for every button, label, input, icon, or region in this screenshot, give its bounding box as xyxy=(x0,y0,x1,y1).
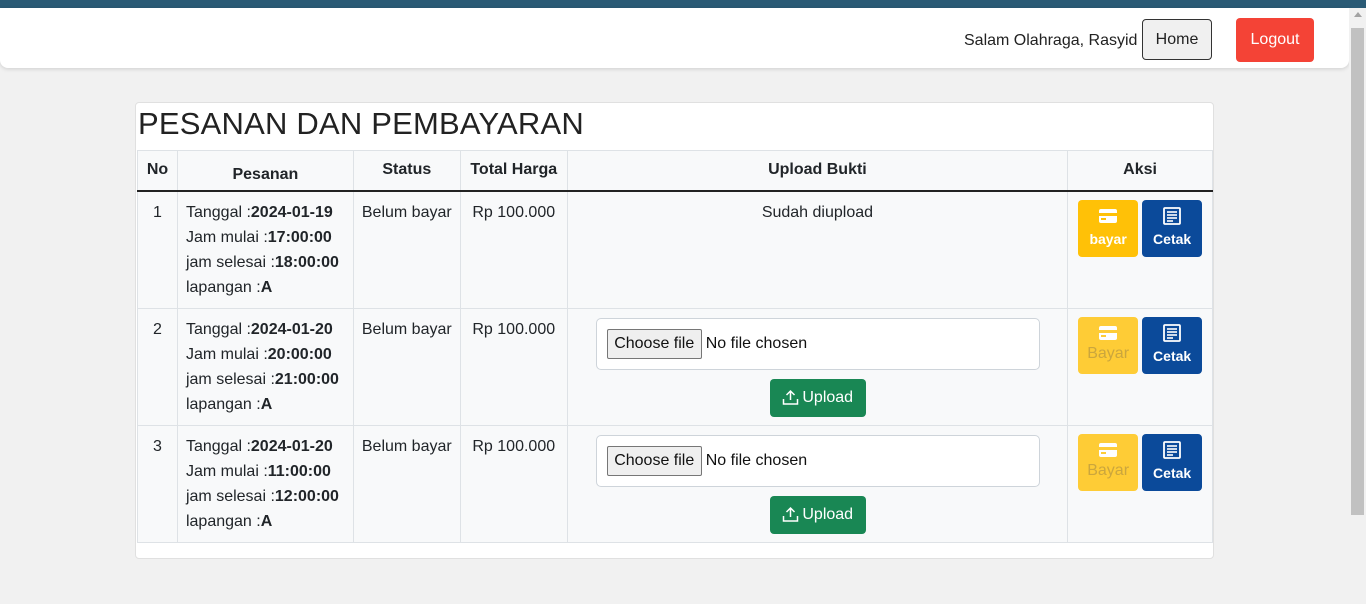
upload-cell: Sudah diupload xyxy=(566,190,1069,309)
tanggal-label: Tanggal : xyxy=(185,320,251,338)
lapangan-value: A xyxy=(260,395,273,413)
header-upload-bukti: Upload Bukti xyxy=(566,150,1069,191)
credit-card-icon xyxy=(1099,325,1118,340)
receipt-icon xyxy=(1163,323,1182,342)
header-pesanan: Pesanan xyxy=(176,150,354,191)
bayar-label: bayar xyxy=(1089,230,1127,247)
user-greeting: Salam Olahraga, Rasyid xyxy=(964,32,1138,49)
scroll-up-arrow-icon[interactable] xyxy=(1354,12,1362,17)
order-details: Tanggal :2024-01-19 Jam mulai :17:00:00 … xyxy=(176,190,354,309)
jam-mulai-value: 17:00:00 xyxy=(267,228,332,246)
order-total: Rp 100.000 xyxy=(459,307,568,426)
upload-label: Upload xyxy=(802,388,854,406)
order-status: Belum bayar xyxy=(352,190,461,309)
orders-card: PESANAN DAN PEMBAYARAN No Pesanan Status… xyxy=(135,102,1214,559)
table-row: 2 Tanggal :2024-01-20 Jam mulai :20:00:0… xyxy=(137,307,1213,426)
lapangan-value: A xyxy=(260,512,273,530)
upload-button[interactable]: Upload xyxy=(769,495,866,534)
cetak-label: Cetak xyxy=(1153,464,1192,481)
bayar-button: Bayar xyxy=(1078,433,1139,491)
jam-mulai-label: Jam mulai : xyxy=(185,228,268,246)
header-status: Status xyxy=(352,150,461,191)
cetak-button[interactable]: Cetak xyxy=(1142,433,1203,491)
home-button[interactable]: Home xyxy=(1142,19,1212,60)
no-file-text: No file chosen xyxy=(705,334,808,352)
receipt-icon xyxy=(1163,440,1182,459)
lapangan-label: lapangan : xyxy=(185,395,261,413)
upload-button[interactable]: Upload xyxy=(769,378,866,417)
upload-label: Upload xyxy=(802,505,854,523)
order-details: Tanggal :2024-01-20 Jam mulai :20:00:00 … xyxy=(176,307,354,426)
credit-card-icon xyxy=(1099,208,1118,223)
jam-selesai-label: jam selesai : xyxy=(185,253,275,271)
jam-mulai-label: Jam mulai : xyxy=(185,462,268,480)
action-cell: bayar Cetak xyxy=(1067,190,1213,309)
receipt-icon xyxy=(1163,206,1182,225)
order-status: Belum bayar xyxy=(352,424,461,543)
order-total: Rp 100.000 xyxy=(459,424,568,543)
bayar-label: Bayar xyxy=(1087,344,1130,362)
bayar-label: Bayar xyxy=(1087,461,1130,479)
jam-selesai-value: 18:00:00 xyxy=(274,253,339,271)
jam-mulai-label: Jam mulai : xyxy=(185,345,268,363)
jam-selesai-value: 21:00:00 xyxy=(274,370,339,388)
header-no: No xyxy=(137,150,178,191)
jam-selesai-label: jam selesai : xyxy=(185,487,275,505)
tanggal-label: Tanggal : xyxy=(185,437,251,455)
order-details: Tanggal :2024-01-20 Jam mulai :11:00:00 … xyxy=(176,424,354,543)
top-accent-bar xyxy=(0,0,1366,8)
bayar-button: Bayar xyxy=(1078,316,1139,374)
cetak-label: Cetak xyxy=(1153,347,1192,364)
choose-file-button[interactable]: Choose file xyxy=(606,328,702,359)
row-no: 1 xyxy=(137,190,178,309)
upload-icon xyxy=(783,506,799,522)
lapangan-value: A xyxy=(260,278,273,296)
upload-cell: Choose file No file chosen Upload xyxy=(566,424,1069,543)
jam-mulai-value: 20:00:00 xyxy=(267,345,332,363)
upload-status-text: Sudah diupload xyxy=(761,203,874,221)
header-total-harga: Total Harga xyxy=(459,150,568,191)
cetak-button[interactable]: Cetak xyxy=(1142,199,1203,257)
tanggal-value: 2024-01-19 xyxy=(250,203,333,221)
order-status: Belum bayar xyxy=(352,307,461,426)
lapangan-label: lapangan : xyxy=(185,278,261,296)
cetak-label: Cetak xyxy=(1153,230,1192,247)
page-title: PESANAN DAN PEMBAYARAN xyxy=(138,106,584,141)
file-input[interactable]: Choose file No file chosen xyxy=(595,434,1040,487)
table-row: 3 Tanggal :2024-01-20 Jam mulai :11:00:0… xyxy=(137,424,1213,543)
jam-selesai-value: 12:00:00 xyxy=(274,487,339,505)
logout-button[interactable]: Logout xyxy=(1236,18,1314,62)
lapangan-label: lapangan : xyxy=(185,512,261,530)
tanggal-value: 2024-01-20 xyxy=(250,437,333,455)
row-no: 2 xyxy=(137,307,178,426)
navbar: Salam Olahraga, Rasyid Home Logout xyxy=(0,8,1349,68)
table-header-row: No Pesanan Status Total Harga Upload Buk… xyxy=(137,150,1213,191)
cetak-button[interactable]: Cetak xyxy=(1142,316,1203,374)
table-row: 1 Tanggal :2024-01-19 Jam mulai :17:00:0… xyxy=(137,190,1213,309)
file-input[interactable]: Choose file No file chosen xyxy=(595,317,1040,370)
jam-selesai-label: jam selesai : xyxy=(185,370,275,388)
upload-cell: Choose file No file chosen Upload xyxy=(566,307,1069,426)
tanggal-value: 2024-01-20 xyxy=(250,320,333,338)
credit-card-icon xyxy=(1099,442,1118,457)
action-cell: Bayar Cetak xyxy=(1067,307,1213,426)
order-total: Rp 100.000 xyxy=(459,190,568,309)
jam-mulai-value: 11:00:00 xyxy=(267,462,331,480)
orders-table: No Pesanan Status Total Harga Upload Buk… xyxy=(137,150,1213,543)
no-file-text: No file chosen xyxy=(705,451,808,469)
upload-icon xyxy=(783,389,799,405)
choose-file-button[interactable]: Choose file xyxy=(606,445,702,476)
header-aksi: Aksi xyxy=(1067,150,1213,191)
row-no: 3 xyxy=(137,424,178,543)
tanggal-label: Tanggal : xyxy=(185,203,251,221)
bayar-button[interactable]: bayar xyxy=(1078,199,1139,257)
scrollbar-thumb[interactable] xyxy=(1351,28,1364,515)
action-cell: Bayar Cetak xyxy=(1067,424,1213,543)
